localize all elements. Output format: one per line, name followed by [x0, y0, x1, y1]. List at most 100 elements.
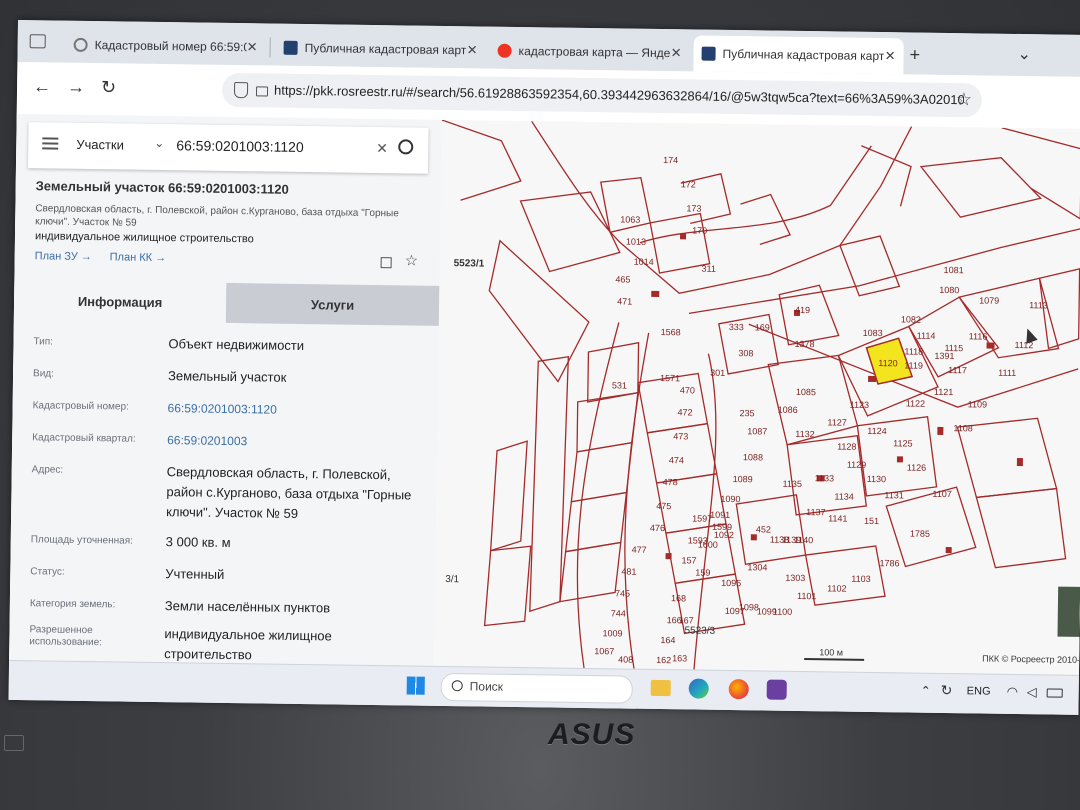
url-text[interactable]: https://pkk.rosreestr.ru/#/search/56.619… — [274, 83, 964, 108]
parcel-number-label: 1135 — [783, 479, 802, 489]
search-input[interactable]: 66:59:0201003:1120 — [176, 137, 304, 155]
parcel-number-label: 744 — [611, 608, 626, 618]
parcel-number-label: 1102 — [827, 583, 846, 593]
tab-public-cadastral-map[interactable]: Публичная кадастровая карта ✕ — [275, 30, 485, 69]
lock-icon[interactable] — [255, 86, 269, 97]
parcel-number-label: 1063 — [620, 214, 640, 224]
search-icon[interactable] — [398, 139, 414, 155]
rosreestr-icon — [701, 46, 716, 61]
search-icon — [451, 680, 463, 692]
tab-public-cadastral-map-active[interactable]: Публичная кадастровая карта ✕ — [693, 35, 904, 75]
close-tab-icon[interactable]: ✕ — [247, 39, 258, 55]
asus-logo: ASUS — [548, 718, 636, 751]
parcel-number-label: 419 — [795, 305, 810, 315]
parcel-number-label: 745 — [615, 588, 630, 598]
block-label-5523-1: 5523/1 — [454, 258, 485, 269]
parcel-number-label: 168 — [671, 593, 686, 603]
refresh-icon[interactable]: ↻ — [941, 682, 953, 699]
new-tab-button[interactable]: + — [909, 44, 920, 65]
shield-icon[interactable] — [233, 82, 249, 99]
parcel-number-label: 477 — [632, 545, 647, 555]
keyboard-key — [4, 735, 24, 751]
plan-zu-link[interactable]: План ЗУ → — [35, 250, 92, 263]
reload-icon[interactable]: ↻ — [101, 77, 116, 98]
map-thumbnail[interactable] — [1057, 586, 1080, 637]
parcel-number-label: 1117 — [948, 365, 967, 375]
parcel-number-label: 1131 — [884, 490, 903, 500]
scale-label: 100 м — [819, 647, 843, 657]
parcel-number-label: 1391 — [934, 351, 954, 361]
parcel-number-label: 472 — [678, 407, 693, 417]
search-bar: Участки ⌄ 66:59:0201003:1120 ✕ — [27, 122, 429, 174]
field-value-type: Объект недвижимости — [168, 336, 305, 354]
parcel-number-label: 478 — [663, 477, 678, 487]
menu-icon[interactable] — [42, 137, 59, 140]
favorite-star-icon[interactable]: ☆ — [956, 89, 972, 110]
close-tab-icon[interactable]: ✕ — [671, 45, 682, 61]
edge-icon[interactable] — [688, 678, 709, 699]
search-type-select[interactable]: Участки — [76, 137, 124, 153]
close-tab-icon[interactable]: ✕ — [885, 48, 896, 64]
parcel-number-label: 1304 — [747, 562, 767, 572]
tab-information[interactable]: Информация — [13, 279, 227, 323]
parcel-number-label: 1087 — [747, 426, 767, 436]
parcel-number-label: 1080 — [939, 285, 959, 295]
app-icon[interactable] — [766, 679, 787, 700]
tab-yandex-search[interactable]: кадастровая карта — Яндекс ✕ — [489, 33, 689, 72]
parcel-number-label: 1100 — [773, 607, 792, 617]
back-arrow-icon[interactable]: ← — [33, 76, 51, 97]
volume-icon[interactable]: ◁ — [1027, 684, 1037, 700]
tab-list-chevron-icon[interactable]: ⌄ — [1017, 44, 1031, 64]
parcel-number-label: 1114 — [917, 331, 936, 341]
cadastral-map[interactable]: 1120 174 172 173 170 311 1063 1013 1014 465 471 15… — [434, 119, 1080, 675]
parcel-number-label: 1013 — [626, 237, 646, 247]
chevron-up-icon[interactable]: ⌃ — [921, 684, 931, 698]
parcel-number-label: 476 — [650, 523, 665, 533]
wifi-icon[interactable]: ◠ — [1007, 684, 1019, 700]
parcel-number-label: 169 — [755, 322, 770, 332]
field-value-cadastral-number[interactable]: 66:59:0201003:1120 — [167, 398, 427, 422]
parcel-number-label: 1127 — [827, 417, 846, 427]
parcel-number-label: 163 — [672, 653, 687, 663]
taskbar-search-label: Поиск — [469, 679, 504, 694]
close-tab-icon[interactable]: ✕ — [467, 42, 478, 58]
parcel-number-label: 474 — [669, 455, 684, 465]
parcel-number-label: 1089 — [733, 474, 753, 484]
tab-cadastral-number[interactable]: Кадастровый номер 66:59:020100 ✕ — [65, 27, 265, 66]
parcel-number-label: 1124 — [867, 426, 886, 436]
chevron-down-icon[interactable]: ⌄ — [154, 136, 164, 150]
parcel-number-label: 174 — [663, 155, 678, 165]
parcel-number-label: 452 — [756, 524, 771, 534]
parcel-number-label: 308 — [738, 348, 753, 358]
parcel-number-label: 1067 — [594, 646, 614, 656]
parcel-number-label: 1095 — [721, 578, 741, 588]
plan-kk-link[interactable]: План КК → — [110, 251, 167, 264]
address-bar[interactable]: https://pkk.rosreestr.ru/#/search/56.619… — [221, 72, 983, 118]
parcel-number-label: 475 — [656, 501, 671, 511]
language-indicator[interactable]: ENG — [967, 685, 991, 697]
windows-start-icon[interactable] — [406, 676, 425, 695]
tab-label: Публичная кадастровая карта — [722, 46, 885, 64]
firefox-icon[interactable] — [728, 678, 749, 700]
parcel-number-label: 465 — [615, 274, 630, 284]
tab-actions-icon[interactable] — [29, 34, 46, 49]
clear-search-icon[interactable]: ✕ — [376, 140, 388, 157]
parcel-number-label: 164 — [660, 635, 675, 645]
field-label-address: Адрес: — [31, 464, 64, 476]
tab-services[interactable]: Услуги — [225, 282, 440, 326]
taskbar-search-box[interactable]: Поиск — [440, 672, 633, 704]
field-label-land-category: Категория земель: — [29, 598, 116, 611]
parcel-number-label: 157 — [681, 555, 696, 565]
zoom-to-parcel-icon[interactable] — [380, 257, 392, 269]
forward-arrow-icon[interactable]: → — [67, 77, 85, 98]
battery-icon[interactable] — [1046, 688, 1063, 698]
favorite-star-icon[interactable]: ☆ — [405, 251, 419, 269]
info-panel: Участки ⌄ 66:59:0201003:1120 ✕ Земельный… — [9, 113, 442, 666]
file-explorer-icon[interactable] — [650, 679, 671, 697]
parcel-number-label: 159 — [695, 568, 710, 578]
field-label-kind: Вид: — [32, 368, 55, 380]
field-value-cadastral-quarter[interactable]: 66:59:0201003 — [167, 430, 427, 454]
parcel-number-label: 1303 — [785, 573, 805, 583]
map-canvas[interactable]: 1120 174 172 173 170 311 1063 1013 1014 465 471 15… — [434, 119, 1080, 675]
tab-label: кадастровая карта — Яндекс — [518, 43, 671, 61]
